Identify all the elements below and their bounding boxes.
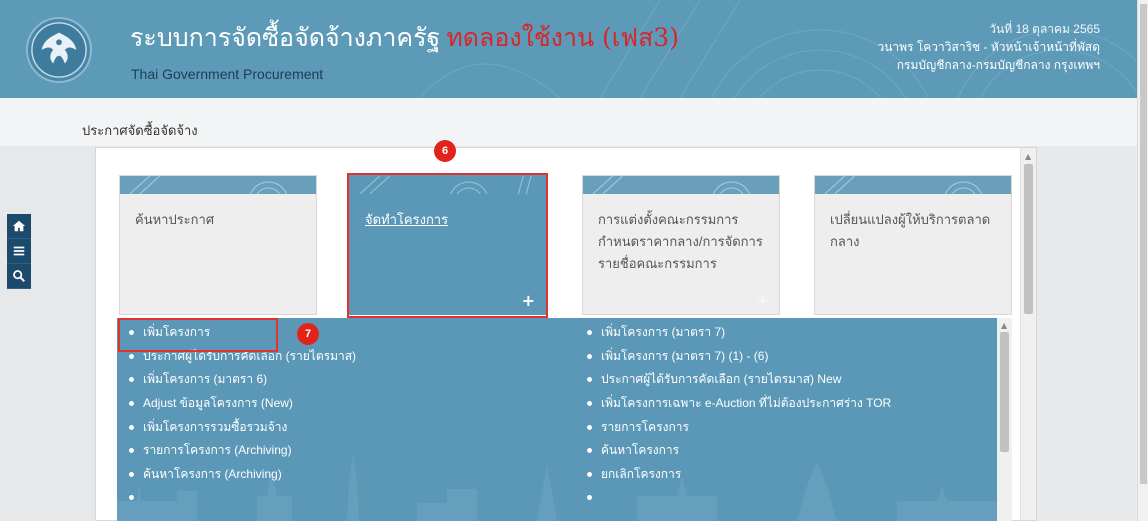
menu-item-label: ยกเลิกโครงการ <box>601 466 682 481</box>
user-name[interactable]: วนาพร โควาวิสาริช - หัวหน้าเจ้าหน้าที่พั… <box>877 38 1100 56</box>
app-subtitle: Thai Government Procurement <box>131 66 324 82</box>
bullet-icon <box>587 448 592 454</box>
page-scrollbar[interactable] <box>1137 0 1148 521</box>
card-label: ค้นหาประกาศ <box>135 212 215 227</box>
card-label: เปลี่ยนแปลงผู้ให้บริการตลาด กลาง <box>830 212 991 249</box>
panel-scrollbar-thumb[interactable] <box>1024 164 1033 314</box>
menu-item-partial[interactable] <box>129 486 356 510</box>
page-scrollbar-thumb[interactable] <box>1140 4 1147 484</box>
bullet-icon <box>129 448 134 454</box>
panel-scrollbar[interactable]: ▲ <box>1020 148 1036 520</box>
app-header: ระบบการจัดซื้อจัดจ้างภาครัฐ ทดลองใช้งาน (… <box>0 0 1148 98</box>
step-badge-6: 6 <box>434 140 456 162</box>
menu-item-cancel-project[interactable]: ยกเลิกโครงการ <box>587 463 891 487</box>
scroll-up-icon[interactable]: ▲ <box>1001 321 1007 330</box>
expand-plus-icon[interactable]: + <box>756 291 769 310</box>
bullet-icon <box>587 471 592 477</box>
menu-item-label: เพิ่มโครงการ (มาตรา 6) <box>143 372 268 387</box>
menu-item-add-project-section-6[interactable]: เพิ่มโครงการ (มาตรา 6) <box>129 368 356 392</box>
home-icon[interactable] <box>7 214 31 239</box>
bullet-icon <box>587 495 592 501</box>
bullet-icon <box>129 424 134 430</box>
menu-item-label: Adjust ข้อมูลโครงการ (New) <box>143 396 293 411</box>
menu-item-search-project[interactable]: ค้นหาโครงการ <box>587 439 891 463</box>
card-change-market-provider[interactable]: เปลี่ยนแปลงผู้ให้บริการตลาด กลาง <box>814 175 1012 315</box>
bullet-icon <box>129 495 134 501</box>
card-search-announcement[interactable]: ค้นหาประกาศ <box>119 175 317 315</box>
menu-item-label: ประกาศผู้ได้รับการคัดเลือก (รายไตรมาส) N… <box>601 372 842 387</box>
menu-item-selected-announcement-new[interactable]: ประกาศผู้ได้รับการคัดเลือก (รายไตรมาส) N… <box>587 368 891 392</box>
menu-item-add-project-section-7-1-6[interactable]: เพิ่มโครงการ (มาตรา 7) (1) - (6) <box>587 345 891 369</box>
submenu-scrollbar[interactable]: ▲ <box>997 318 1012 521</box>
menu-item-add-joint-procurement[interactable]: เพิ่มโครงการรวมซื้อรวมจ้าง <box>129 415 356 439</box>
menu-item-add-project-section-7[interactable]: เพิ่มโครงการ (มาตรา 7) <box>587 321 891 345</box>
scroll-up-icon[interactable]: ▲ <box>1025 152 1031 161</box>
user-info: วันที่ 18 ตุลาคม 2565 วนาพร โควาวิสาริช … <box>877 20 1100 74</box>
right-margin <box>1037 146 1137 521</box>
highlight-box-create-project <box>347 173 548 318</box>
menu-item-label: รายการโครงการ (Archiving) <box>143 443 292 458</box>
card-label: การแต่งตั้งคณะกรรมการ กำหนดราคากลาง/การจ… <box>598 212 763 271</box>
card-band-pattern <box>583 176 779 194</box>
bullet-icon <box>129 353 134 359</box>
bullet-icon <box>587 330 592 336</box>
search-icon[interactable] <box>7 264 31 289</box>
menu-item-label: เพิ่มโครงการ (มาตรา 7) (1) - (6) <box>601 348 769 363</box>
menu-item-add-e-auction-project[interactable]: เพิ่มโครงการเฉพาะ e-Auction ที่ไม่ต้องปร… <box>587 392 891 416</box>
menu-icon[interactable] <box>7 239 31 264</box>
bullet-icon <box>587 401 592 407</box>
bullet-icon <box>129 471 134 477</box>
submenu-right-column: เพิ่มโครงการ (มาตรา 7) เพิ่มโครงการ (มาต… <box>587 321 891 510</box>
menu-item-label: ค้นหาโครงการ <box>601 443 680 458</box>
app-title: ระบบการจัดซื้อจัดจ้างภาครัฐ ทดลองใช้งาน (… <box>130 18 679 58</box>
side-nav <box>7 214 31 289</box>
garuda-logo <box>26 17 92 83</box>
menu-item-project-list[interactable]: รายการโครงการ <box>587 415 891 439</box>
bullet-icon <box>129 401 134 407</box>
bullet-icon <box>587 424 592 430</box>
menu-item-label: ค้นหาโครงการ (Archiving) <box>143 466 282 481</box>
menu-item-search-project-archiving[interactable]: ค้นหาโครงการ (Archiving) <box>129 463 356 487</box>
user-org: กรมบัญชีกลาง-กรมบัญชีกลาง กรุงเทพฯ <box>896 58 1100 72</box>
step-badge-7: 7 <box>297 323 319 345</box>
highlight-box-add-project <box>118 318 278 352</box>
app-title-test-phase: ทดลองใช้งาน (เฟส3) <box>446 23 679 52</box>
bullet-icon <box>587 377 592 383</box>
bullet-icon <box>587 353 592 359</box>
submenu-scrollbar-thumb[interactable] <box>1000 332 1009 452</box>
menu-item-label: เพิ่มโครงการ (มาตรา 7) <box>601 325 726 340</box>
menu-item-label: เพิ่มโครงการรวมซื้อรวมจ้าง <box>143 419 288 434</box>
menu-item-project-list-archiving[interactable]: รายการโครงการ (Archiving) <box>129 439 356 463</box>
card-band-pattern <box>815 176 1011 194</box>
card-band-pattern <box>120 176 316 194</box>
current-date: วันที่ 18 ตุลาคม 2565 <box>989 22 1100 36</box>
app-title-main: ระบบการจัดซื้อจัดจ้างภาครัฐ <box>130 23 441 52</box>
menu-item-partial[interactable] <box>587 486 891 510</box>
card-committee[interactable]: การแต่งตั้งคณะกรรมการ กำหนดราคากลาง/การจ… <box>582 175 780 315</box>
bullet-icon <box>129 377 134 383</box>
menu-item-adjust-project[interactable]: Adjust ข้อมูลโครงการ (New) <box>129 392 356 416</box>
menu-item-label: รายการโครงการ <box>601 419 689 434</box>
page-title: ประกาศจัดซื้อจัดจ้าง <box>82 123 198 138</box>
menu-item-label: เพิ่มโครงการเฉพาะ e-Auction ที่ไม่ต้องปร… <box>601 396 892 411</box>
